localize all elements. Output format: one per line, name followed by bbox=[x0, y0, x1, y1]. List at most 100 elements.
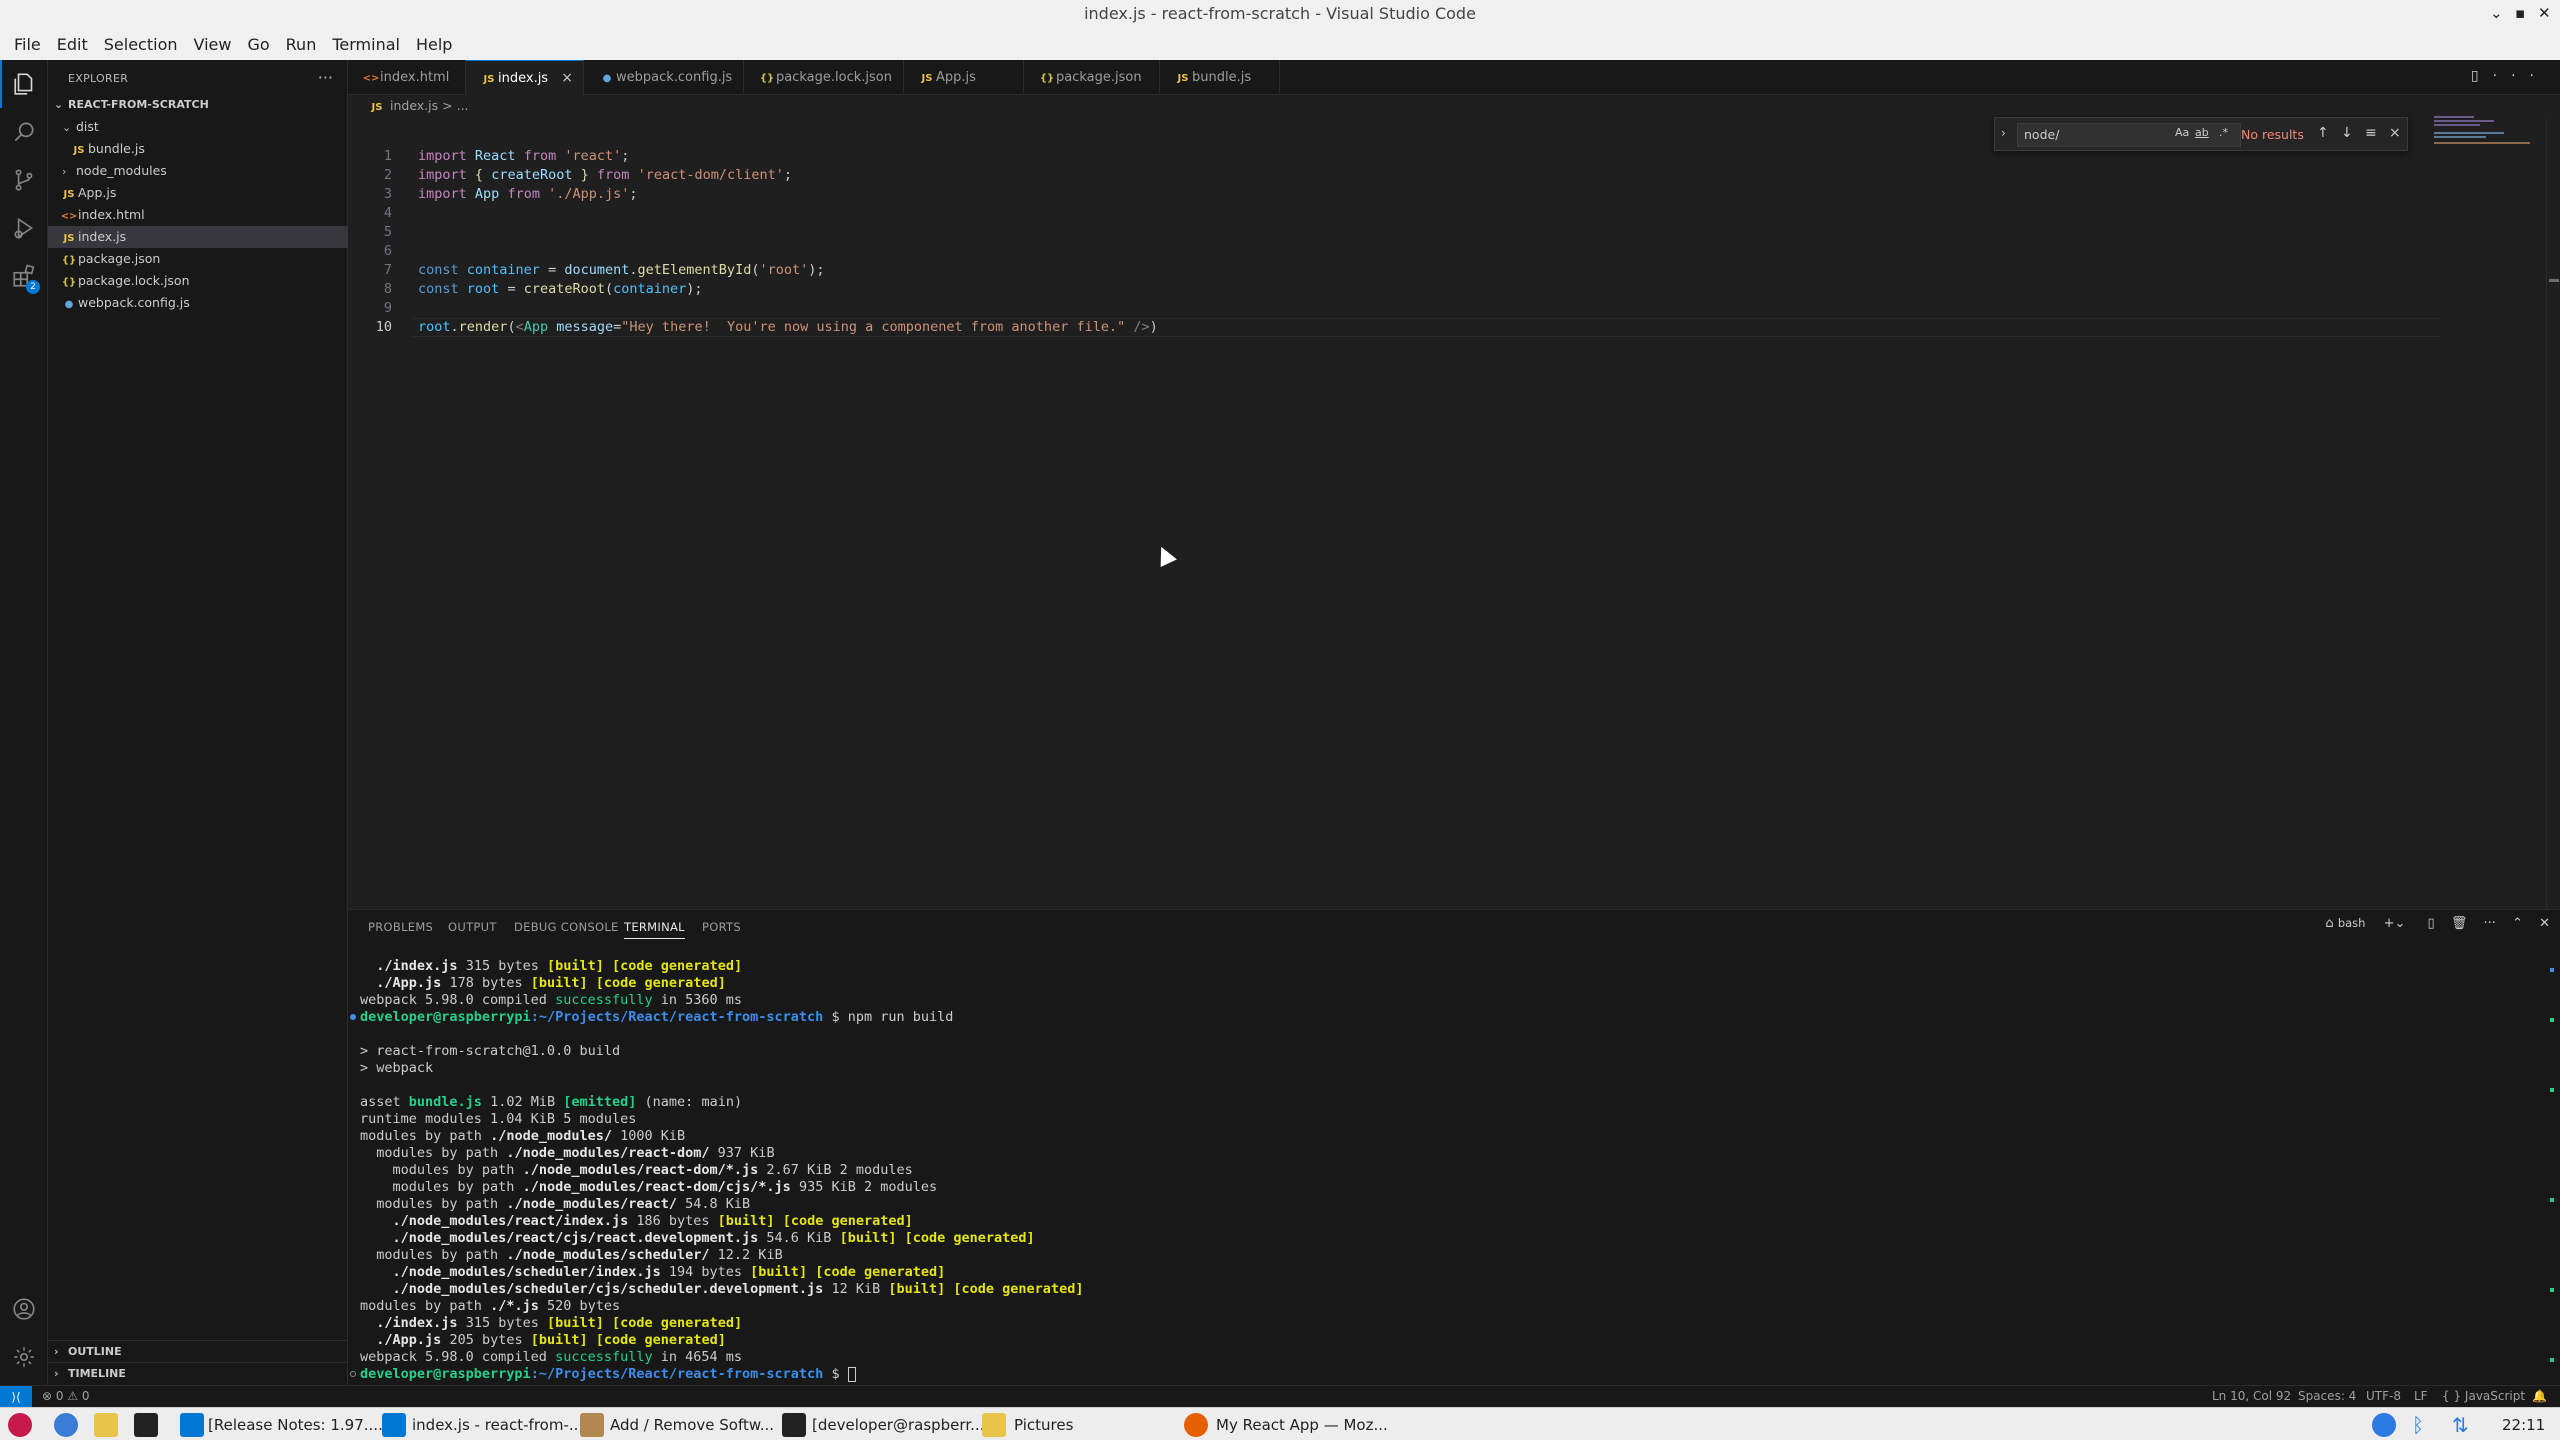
minimap[interactable] bbox=[2428, 110, 2538, 150]
tree-item-index-html[interactable]: <>index.html bbox=[48, 204, 348, 226]
run-debug-icon[interactable] bbox=[0, 204, 48, 252]
breadcrumb-file[interactable]: index.js bbox=[390, 98, 438, 113]
tab-problems[interactable]: PROBLEMS bbox=[368, 920, 433, 934]
maximize-icon[interactable]: ▪ bbox=[2515, 4, 2525, 22]
menu-selection[interactable]: Selection bbox=[96, 35, 186, 54]
tab-index-html[interactable]: <>index.html bbox=[348, 60, 466, 95]
tab-debug-console[interactable]: DEBUG CONSOLE bbox=[514, 920, 619, 934]
remote-indicator-icon[interactable]: ⟩⟨ bbox=[0, 1386, 32, 1408]
menu-run[interactable]: Run bbox=[278, 35, 325, 54]
menu-help[interactable]: Help bbox=[408, 35, 460, 54]
terminal-shell-label[interactable]: bash bbox=[2338, 916, 2366, 930]
taskbar-item-firefox[interactable]: My React App — Moz... bbox=[1216, 1412, 1388, 1438]
close-find-icon[interactable]: × bbox=[2389, 125, 2401, 141]
trash-icon[interactable]: 🗑 bbox=[2451, 916, 2468, 931]
project-folder[interactable]: ⌄ REACT-FROM-SCRATCH bbox=[48, 94, 348, 116]
breadcrumb-symbol[interactable]: ... bbox=[457, 98, 469, 113]
explorer-icon[interactable] bbox=[0, 60, 48, 108]
taskbar-item-pictures[interactable]: Pictures bbox=[1014, 1412, 1073, 1438]
editor-scrollbar[interactable] bbox=[2546, 119, 2560, 909]
package-icon[interactable] bbox=[580, 1413, 604, 1437]
vscode-icon[interactable] bbox=[180, 1413, 204, 1437]
problems-indicator[interactable]: ⊗ 0 ⚠ 0 bbox=[42, 1389, 90, 1403]
taskbar-item-release-notes[interactable]: [Release Notes: 1.97.... bbox=[208, 1412, 383, 1438]
html-file-icon: <> bbox=[362, 73, 380, 84]
bluetooth-icon[interactable]: ᛒ bbox=[2412, 1413, 2432, 1437]
browser-icon[interactable] bbox=[54, 1413, 78, 1437]
bell-icon[interactable]: 🔔 bbox=[2532, 1389, 2547, 1403]
split-editor-icon[interactable]: ▯ bbox=[2471, 68, 2493, 84]
timeline-section[interactable]: › TIMELINE bbox=[48, 1362, 348, 1384]
outline-section[interactable]: › OUTLINE bbox=[48, 1340, 348, 1362]
toggle-replace-icon[interactable]: › bbox=[2001, 126, 2006, 140]
maximize-panel-icon[interactable]: ⌃ bbox=[2512, 916, 2523, 931]
network-icon[interactable]: ⇅ bbox=[2452, 1413, 2476, 1437]
tab-package-lock-json[interactable]: {} package.lock.json bbox=[744, 60, 904, 95]
terminal-scrollbar[interactable] bbox=[2546, 958, 2560, 1378]
file-manager-icon[interactable] bbox=[94, 1413, 118, 1437]
manage-gear-icon[interactable] bbox=[0, 1333, 48, 1381]
terminal-output[interactable]: ./index.js 315 bytes [built] [code gener… bbox=[350, 958, 2510, 1382]
tab-app-js[interactable]: JS App.js bbox=[904, 60, 1024, 95]
split-terminal-icon[interactable]: ▯ bbox=[2428, 916, 2435, 931]
close-tab-icon[interactable]: × bbox=[561, 61, 573, 96]
tab-index-js[interactable]: JS index.js × bbox=[466, 60, 584, 95]
menu-file[interactable]: File bbox=[6, 35, 49, 54]
more-actions-icon[interactable]: ··· bbox=[2484, 916, 2496, 931]
cursor-position[interactable]: Ln 10, Col 92 bbox=[2212, 1389, 2291, 1403]
js-file-icon: JS bbox=[73, 145, 85, 156]
tree-item-dist[interactable]: ⌄ dist bbox=[48, 116, 348, 138]
tree-item-node-modules[interactable]: › node_modules bbox=[48, 160, 348, 182]
tree-item-package-json[interactable]: {} package.json bbox=[48, 248, 348, 270]
tree-item-app-js[interactable]: JS App.js bbox=[48, 182, 348, 204]
close-panel-icon[interactable]: ✕ bbox=[2539, 916, 2550, 931]
end-of-line[interactable]: LF bbox=[2414, 1389, 2428, 1403]
encoding[interactable]: UTF-8 bbox=[2366, 1389, 2401, 1403]
tab-webpack-config[interactable]: ● webpack.config.js bbox=[584, 60, 744, 95]
match-word-icon[interactable]: ab bbox=[2195, 126, 2209, 139]
account-icon[interactable] bbox=[0, 1285, 48, 1333]
terminal-launcher-icon[interactable] bbox=[134, 1413, 158, 1437]
folder-icon[interactable] bbox=[982, 1413, 1006, 1437]
new-terminal-icon[interactable]: +⌄ bbox=[2384, 916, 2406, 931]
firefox-icon[interactable] bbox=[1184, 1413, 1208, 1437]
tab-bundle-js[interactable]: JS bundle.js bbox=[1160, 60, 1280, 95]
tab-ports[interactable]: PORTS bbox=[702, 920, 741, 934]
indentation[interactable]: Spaces: 4 bbox=[2298, 1389, 2356, 1403]
find-in-selection-icon[interactable]: ≡ bbox=[2365, 125, 2377, 141]
source-control-icon[interactable] bbox=[0, 156, 48, 204]
taskbar-item-add-remove[interactable]: Add / Remove Softw... bbox=[610, 1412, 774, 1438]
taskbar-item-terminal[interactable]: [developer@raspberr... bbox=[812, 1412, 984, 1438]
code-editor[interactable]: 1 2 3 4 5 6 7 8 9 10 import React from '… bbox=[348, 119, 2560, 909]
extensions-icon[interactable]: 2 bbox=[0, 252, 48, 300]
next-match-icon[interactable]: ↓ bbox=[2341, 125, 2353, 141]
minimize-icon[interactable]: ⌄ bbox=[2490, 4, 2503, 22]
tab-output[interactable]: OUTPUT bbox=[448, 920, 497, 934]
menu-view[interactable]: View bbox=[186, 35, 240, 54]
terminal-icon[interactable] bbox=[782, 1413, 806, 1437]
language-mode[interactable]: { } JavaScript bbox=[2442, 1389, 2525, 1403]
taskbar-item-vscode[interactable]: index.js - react-from-... bbox=[412, 1412, 583, 1438]
update-icon[interactable] bbox=[2372, 1413, 2396, 1437]
regex-icon[interactable]: .* bbox=[2219, 126, 2228, 139]
more-actions-icon[interactable]: ··· bbox=[2493, 68, 2548, 84]
tab-terminal[interactable]: TERMINAL bbox=[624, 920, 685, 939]
js-file-icon: JS bbox=[1177, 73, 1189, 84]
raspberry-menu-icon[interactable] bbox=[8, 1413, 32, 1437]
search-icon[interactable] bbox=[0, 108, 48, 156]
previous-match-icon[interactable]: ↑ bbox=[2317, 125, 2329, 141]
menu-terminal[interactable]: Terminal bbox=[324, 35, 408, 54]
status-bar: ⟩⟨ ⊗ 0 ⚠ 0 Ln 10, Col 92 Spaces: 4 UTF-8… bbox=[0, 1385, 2560, 1408]
tree-item-webpack-config[interactable]: ● webpack.config.js bbox=[48, 292, 348, 314]
tree-item-bundle-js[interactable]: JS bundle.js bbox=[48, 138, 348, 160]
tab-package-json[interactable]: {} package.json bbox=[1024, 60, 1160, 95]
menu-bar: File Edit Selection View Go Run Terminal… bbox=[0, 28, 2560, 60]
vscode-icon[interactable] bbox=[382, 1413, 406, 1437]
close-window-icon[interactable]: ✕ bbox=[2538, 4, 2551, 22]
tree-item-index-js[interactable]: JS index.js bbox=[48, 226, 348, 248]
match-case-icon[interactable]: Aa bbox=[2175, 126, 2189, 139]
menu-go[interactable]: Go bbox=[239, 35, 277, 54]
menu-edit[interactable]: Edit bbox=[49, 35, 96, 54]
tree-item-package-lock-json[interactable]: {} package.lock.json bbox=[48, 270, 348, 292]
more-actions-icon[interactable]: ··· bbox=[318, 68, 333, 87]
